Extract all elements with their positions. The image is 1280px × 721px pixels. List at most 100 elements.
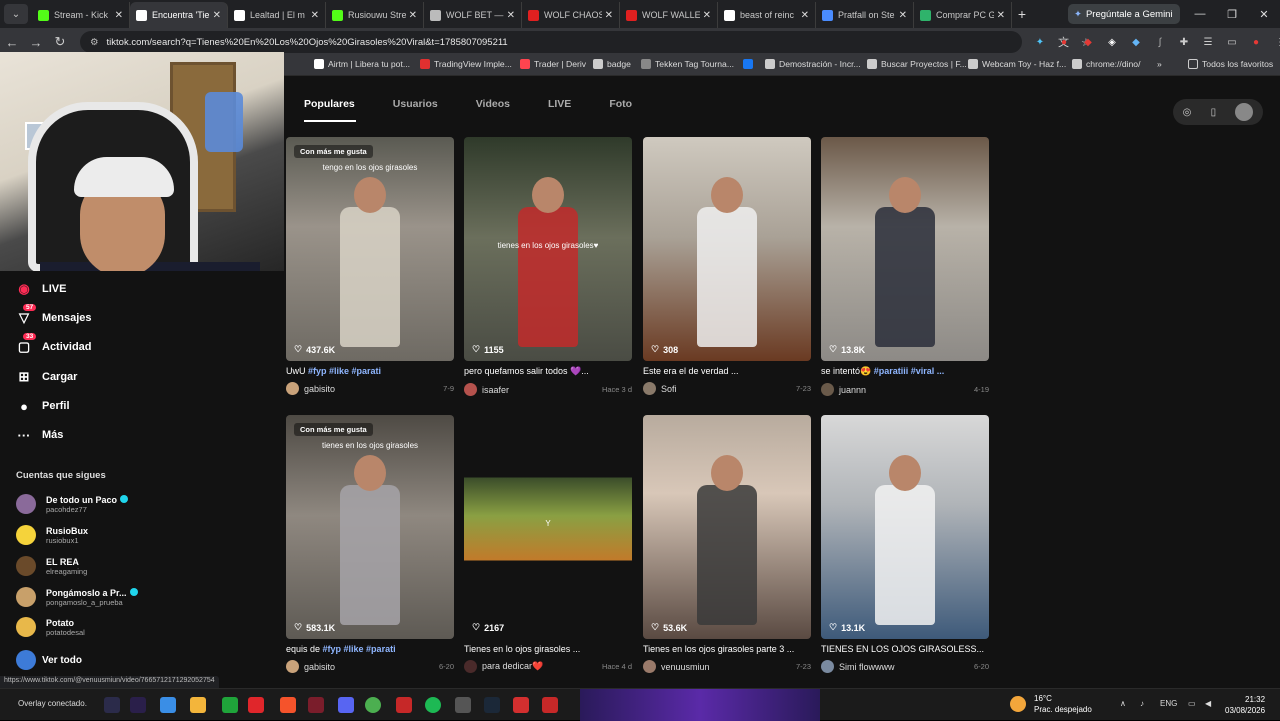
video-caption[interactable]: Tienes en los ojos girasoles parte 3 ... (643, 644, 811, 654)
see-all-link[interactable]: Ver todo (16, 650, 82, 670)
sidebar-item-cargar[interactable]: ⊞ Cargar (14, 366, 78, 388)
following-account[interactable]: De todo un Paco pacohdez77 (16, 489, 129, 519)
profile-avatar-icon[interactable]: ● (1244, 37, 1268, 48)
video-caption[interactable]: Este era el de verdad ... (643, 366, 811, 376)
app-icon[interactable] (513, 697, 529, 713)
sidebar-item-actividad[interactable]: ▢ 33 Actividad (14, 333, 92, 358)
clock[interactable]: 21:32 03/08/2026 (1225, 694, 1265, 716)
bookmark-item[interactable]: TradingView Imple... (420, 59, 512, 69)
author-avatar[interactable] (464, 383, 477, 396)
video-caption[interactable]: UwU #fyp #like #parati (286, 366, 454, 376)
author-name[interactable]: Sofi (661, 384, 677, 394)
tab-close-icon[interactable]: ✕ (801, 10, 809, 21)
bookmark-item[interactable]: Buscar Proyectos | F... (867, 59, 967, 69)
tab-close-icon[interactable]: ✕ (703, 10, 711, 21)
sidebar-item-live[interactable]: ◉ LIVE (14, 278, 66, 300)
tab-close-icon[interactable]: ✕ (311, 10, 319, 21)
gemini-button[interactable]: ✦ Pregúntale a Gemini (1068, 4, 1180, 24)
deriv-icon[interactable] (248, 697, 264, 713)
all-favorites-folder[interactable]: Todos los favoritos (1188, 59, 1273, 69)
chrome-icon[interactable] (365, 697, 381, 713)
bookmark-item[interactable]: Tekken Tag Tourna... (641, 59, 734, 69)
video-caption[interactable]: pero quefamos salir todos 💜... (464, 366, 632, 377)
app-icon[interactable] (542, 697, 558, 713)
caption-hashtags[interactable]: #fyp #like #parati (308, 366, 381, 376)
video-thumbnail[interactable]: ♡ 13.8K (821, 137, 989, 361)
author-name[interactable]: juannn (839, 385, 866, 395)
address-bar[interactable]: ⚙ tiktok.com/search?q=Tienes%20En%20Los%… (80, 31, 1091, 53)
minimize-button[interactable]: — (1184, 8, 1216, 20)
following-account[interactable]: EL REA elreagaming (16, 551, 87, 581)
tray-chevron-icon[interactable]: ∧ (1120, 699, 1126, 708)
app-icon[interactable] (396, 697, 412, 713)
following-account[interactable]: RusioBux rusiobux1 (16, 520, 88, 550)
sidebar-item-más[interactable]: ··· Más (14, 424, 64, 446)
video-caption[interactable]: TIENES EN LOS OJOS GIRASOLESS... (821, 644, 989, 654)
video-thumbnail[interactable]: ♡ 308 (643, 137, 811, 361)
sidebar-item-mensajes[interactable]: ▽ 57 Mensajes (14, 304, 92, 329)
video-thumbnail[interactable]: Con más me gusta tienes en los ojos giras… (286, 415, 454, 639)
extension-icon[interactable]: ◆ (1076, 37, 1100, 48)
spotify-icon[interactable] (425, 697, 441, 713)
volume-icon[interactable]: ◀ (1205, 699, 1211, 708)
author-name[interactable]: venuusmiun (661, 662, 710, 672)
browser-tab[interactable]: Pratfall on Ste ✕ (816, 2, 914, 28)
video-card[interactable]: ♡ 13.1K TIENES EN LOS OJOS GIRASOLESS... Si… (821, 415, 989, 673)
tab-close-icon[interactable]: ✕ (115, 10, 123, 21)
video-thumbnail[interactable]: ♡ 53.6K (643, 415, 811, 639)
video-card[interactable]: tienes en los ojos girasoles♥ ♡ 1155 pero q… (464, 137, 632, 396)
tab-foto[interactable]: Foto (609, 98, 632, 110)
browser-tab[interactable]: Comprar PC G ✕ (914, 2, 1012, 28)
video-card[interactable]: ♡ 308 Este era el de verdad ... Sofi 7-23 (643, 137, 811, 395)
split-view-icon[interactable]: ▭ (1220, 37, 1244, 48)
browser-tab[interactable]: WOLF WALLE ✕ (620, 2, 718, 28)
caption-hashtags[interactable]: #paratiii #viral ... (874, 366, 945, 376)
bookmark-item[interactable]: Trader | Deriv (520, 59, 586, 69)
compass-icon[interactable]: ◎ (1183, 107, 1192, 118)
author-avatar[interactable] (286, 660, 299, 673)
author-avatar[interactable] (643, 382, 656, 395)
browser-tab[interactable]: Encuentra 'Tie ✕ (130, 2, 228, 28)
sidebar-item-perfil[interactable]: ● Perfil (14, 395, 69, 417)
discord-icon[interactable] (338, 697, 354, 713)
author-name[interactable]: isaafer (482, 385, 509, 395)
browser-tab[interactable]: Rusiouwu Stre ✕ (326, 2, 424, 28)
new-tab-button[interactable]: + (1012, 6, 1032, 22)
folder-icon[interactable] (190, 697, 206, 713)
reload-button[interactable]: ↻ (48, 34, 72, 50)
language-indicator[interactable]: ENG (1160, 699, 1177, 708)
brave-icon[interactable] (280, 697, 296, 713)
video-thumbnail[interactable]: Con más me gusta tengo en los ojos giraso… (286, 137, 454, 361)
network-icon[interactable]: ▭ (1188, 699, 1196, 708)
extension-icon[interactable]: ∫ (1148, 37, 1172, 48)
video-thumbnail[interactable]: ♡ 13.1K (821, 415, 989, 639)
forward-button[interactable]: → (24, 35, 48, 50)
extension-icon[interactable]: ◈ (1100, 37, 1124, 48)
video-thumbnail[interactable]: tienes en los ojos girasoles♥ ♡ 1155 (464, 137, 632, 361)
site-info-icon[interactable]: ⚙ (90, 37, 99, 48)
author-name[interactable]: Simi flowwww (839, 662, 895, 672)
tab-close-icon[interactable]: ✕ (507, 10, 515, 21)
reading-list-icon[interactable]: ☰ (1196, 37, 1220, 48)
bookmark-item[interactable]: Webcam Toy - Haz f... (968, 59, 1066, 69)
bookmarks-overflow-button[interactable]: » (1157, 59, 1162, 69)
video-card[interactable]: ♡ 53.6K Tienes en los ojos girasoles parte… (643, 415, 811, 673)
author-name[interactable]: gabisito (304, 662, 335, 672)
steam-icon[interactable] (484, 697, 500, 713)
caption-hashtags[interactable]: #fyp #like #parati (323, 644, 396, 654)
following-account[interactable]: Potato potatodesal (16, 612, 85, 642)
back-button[interactable]: ← (0, 35, 24, 50)
following-account[interactable]: Pongámoslo a Pr... pongamoslo_a_prueba (16, 582, 138, 612)
author-name[interactable]: gabisito (304, 384, 335, 394)
minecraft-icon[interactable] (222, 697, 238, 713)
extension-icon[interactable]: ◆ (1124, 37, 1148, 48)
user-avatar[interactable] (1235, 103, 1254, 121)
author-avatar[interactable] (821, 660, 834, 673)
browser-tab[interactable]: Stream - Kick ✕ (32, 2, 130, 28)
microphone-icon[interactable]: ♪ (1140, 699, 1144, 708)
video-thumbnail[interactable]: Y ♡ 2167 (464, 415, 632, 639)
browser-tab[interactable]: WOLF BET — ✕ (424, 2, 522, 28)
video-card[interactable]: Y ♡ 2167 Tienes en lo ojos girasoles ... par… (464, 415, 632, 673)
tab-close-icon[interactable]: ✕ (997, 10, 1005, 21)
video-caption[interactable]: equis de #fyp #like #parati (286, 644, 454, 654)
